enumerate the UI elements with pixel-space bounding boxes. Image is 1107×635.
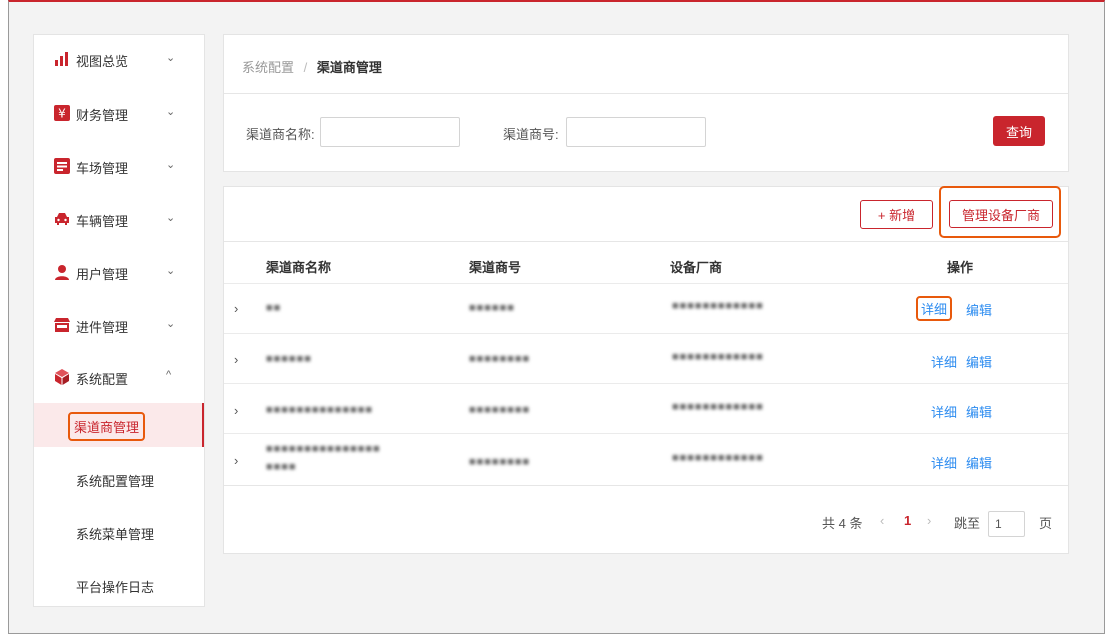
column-header-vendor: 设备厂商 (670, 260, 723, 275)
divider (224, 241, 1068, 242)
channel-name-cell: ■■■■■■■■■■■■■■■ (266, 443, 381, 455)
page-number-current[interactable]: 1 (904, 513, 911, 528)
expand-row-icon[interactable]: › (234, 352, 238, 367)
goto-label: 跳至 (954, 516, 981, 531)
chevron-down-icon: ⌄ (166, 106, 176, 118)
chevron-down-icon: ⌄ (166, 212, 176, 224)
table-row: › ■■■■■■■■■■■■■■ ■■■■■■■■ ■■■■■■■■■■■■ 详… (224, 383, 1068, 433)
table-row: › ■■■■■■■■■■■■■■■ ■■■■ ■■■■■■■■ ■■■■■■■■… (224, 433, 1068, 485)
column-header-code: 渠道商号 (469, 260, 522, 275)
channel-name-cell: ■■■■■■ (266, 353, 312, 365)
sidebar-item-label: 车辆管理 (76, 214, 129, 229)
search-card: 系统配置 / 渠道商管理 (223, 34, 1069, 172)
chevron-down-icon: ⌄ (166, 159, 176, 171)
sidebar-subitem-operation-log[interactable]: 平台操作日志 (34, 563, 204, 607)
sidebar-item-system-config[interactable]: 系统配置 ^ (34, 357, 204, 397)
edit-link[interactable]: 编辑 (966, 352, 992, 371)
sidebar-item-label: 财务管理 (76, 108, 129, 123)
sidebar-item-parking[interactable]: 车场管理 ⌄ (34, 146, 204, 186)
page-title: 渠道商管理 (316, 60, 382, 75)
chevron-up-icon: ^ (166, 369, 172, 381)
channel-code-cell: ■■■■■■■■ (469, 404, 531, 416)
sidebar: 视图总览 ⌄ ¥ 财务管理 ⌄ 车场管理 ⌄ 车辆管理 ⌄ 用户管理 ⌄ 进件管… (33, 34, 205, 607)
detail-link[interactable]: 详细 (931, 402, 957, 421)
chevron-down-icon: ⌄ (166, 265, 176, 277)
sidebar-subitem-label: 系统配置管理 (76, 474, 155, 489)
sidebar-item-onboarding[interactable]: 进件管理 ⌄ (34, 305, 204, 345)
sidebar-item-vehicle[interactable]: 车辆管理 ⌄ (34, 199, 204, 239)
add-button[interactable]: + 新增 (860, 200, 933, 229)
svg-text:¥: ¥ (58, 107, 66, 121)
edit-link[interactable]: 编辑 (966, 402, 992, 421)
detail-link[interactable]: 详细 (931, 453, 957, 472)
channel-name-cell: ■■ (266, 302, 282, 314)
divider (224, 93, 1068, 94)
sidebar-subitem-system-config-management[interactable]: 系统配置管理 (34, 457, 204, 501)
sidebar-item-label: 进件管理 (76, 320, 129, 335)
sidebar-subitem-label: 系统菜单管理 (76, 527, 155, 542)
next-page-icon[interactable]: › (927, 513, 931, 528)
sidebar-subitem-label: 渠道商管理 (68, 412, 146, 441)
column-header-actions: 操作 (947, 260, 974, 275)
detail-link[interactable]: 详细 (916, 296, 953, 321)
channel-name-input[interactable] (320, 117, 460, 147)
breadcrumb: 系统配置 / 渠道商管理 (242, 57, 382, 76)
list-icon (54, 158, 70, 174)
expand-row-icon[interactable]: › (234, 453, 238, 468)
highlight-box: 管理设备厂商 (939, 186, 1061, 238)
sidebar-item-finance[interactable]: ¥ 财务管理 ⌄ (34, 93, 204, 133)
divider (224, 485, 1068, 486)
table-row: › ■■■■■■ ■■■■■■■■ ■■■■■■■■■■■■ 详细 编辑 (224, 333, 1068, 383)
cube-icon (55, 369, 69, 385)
yen-icon: ¥ (54, 105, 70, 121)
table-row: › ■■ ■■■■■■ ■■■■■■■■■■■■ 详细 编辑 (224, 283, 1068, 333)
sidebar-item-label: 系统配置 (76, 372, 129, 387)
column-header-name: 渠道商名称 (266, 260, 332, 275)
sidebar-item-label: 车场管理 (76, 161, 129, 176)
channel-code-input[interactable] (566, 117, 706, 147)
sidebar-subitem-label: 平台操作日志 (76, 580, 155, 595)
page-unit-label: 页 (1039, 516, 1053, 531)
sidebar-item-overview[interactable]: 视图总览 ⌄ (34, 39, 204, 79)
detail-link[interactable]: 详细 (931, 352, 957, 371)
manage-vendor-button[interactable]: 管理设备厂商 (949, 200, 1053, 228)
channel-code-label: 渠道商号: (503, 127, 559, 142)
car-icon (55, 213, 69, 225)
channel-code-cell: ■■■■■■■■ (469, 456, 531, 468)
chevron-down-icon: ⌄ (166, 318, 176, 330)
breadcrumb-parent[interactable]: 系统配置 (242, 60, 294, 75)
channel-code-cell: ■■■■■■ (469, 302, 515, 314)
edit-link[interactable]: 编辑 (966, 300, 992, 319)
breadcrumb-separator: / (303, 60, 308, 75)
vendor-cell: ■■■■■■■■■■■■ (672, 351, 764, 363)
vendor-cell: ■■■■■■■■■■■■ (672, 452, 764, 464)
query-button[interactable]: 查询 (993, 116, 1045, 146)
channel-name-cell-line2: ■■■■ (266, 461, 297, 473)
bar-chart-icon (55, 52, 68, 66)
sidebar-item-label: 用户管理 (76, 267, 129, 282)
total-count: 共 4 条 (822, 516, 863, 531)
chevron-down-icon: ⌄ (166, 52, 176, 64)
channel-code-cell: ■■■■■■■■ (469, 353, 531, 365)
vendor-cell: ■■■■■■■■■■■■ (672, 401, 764, 413)
sidebar-subitem-channel-management[interactable]: 渠道商管理 (34, 403, 204, 447)
channel-name-cell: ■■■■■■■■■■■■■■ (266, 404, 374, 416)
store-icon (54, 318, 70, 332)
channel-name-label: 渠道商名称: (246, 127, 315, 142)
edit-link[interactable]: 编辑 (966, 453, 992, 472)
vendor-cell: ■■■■■■■■■■■■ (672, 300, 764, 312)
sidebar-subitem-system-menu-management[interactable]: 系统菜单管理 (34, 510, 204, 554)
sidebar-item-label: 视图总览 (76, 54, 129, 69)
expand-row-icon[interactable]: › (234, 301, 238, 316)
prev-page-icon[interactable]: ‹ (880, 513, 884, 528)
goto-page-input[interactable]: 1 (988, 511, 1025, 537)
user-icon (55, 265, 69, 280)
sidebar-item-users[interactable]: 用户管理 ⌄ (34, 252, 204, 292)
expand-row-icon[interactable]: › (234, 403, 238, 418)
